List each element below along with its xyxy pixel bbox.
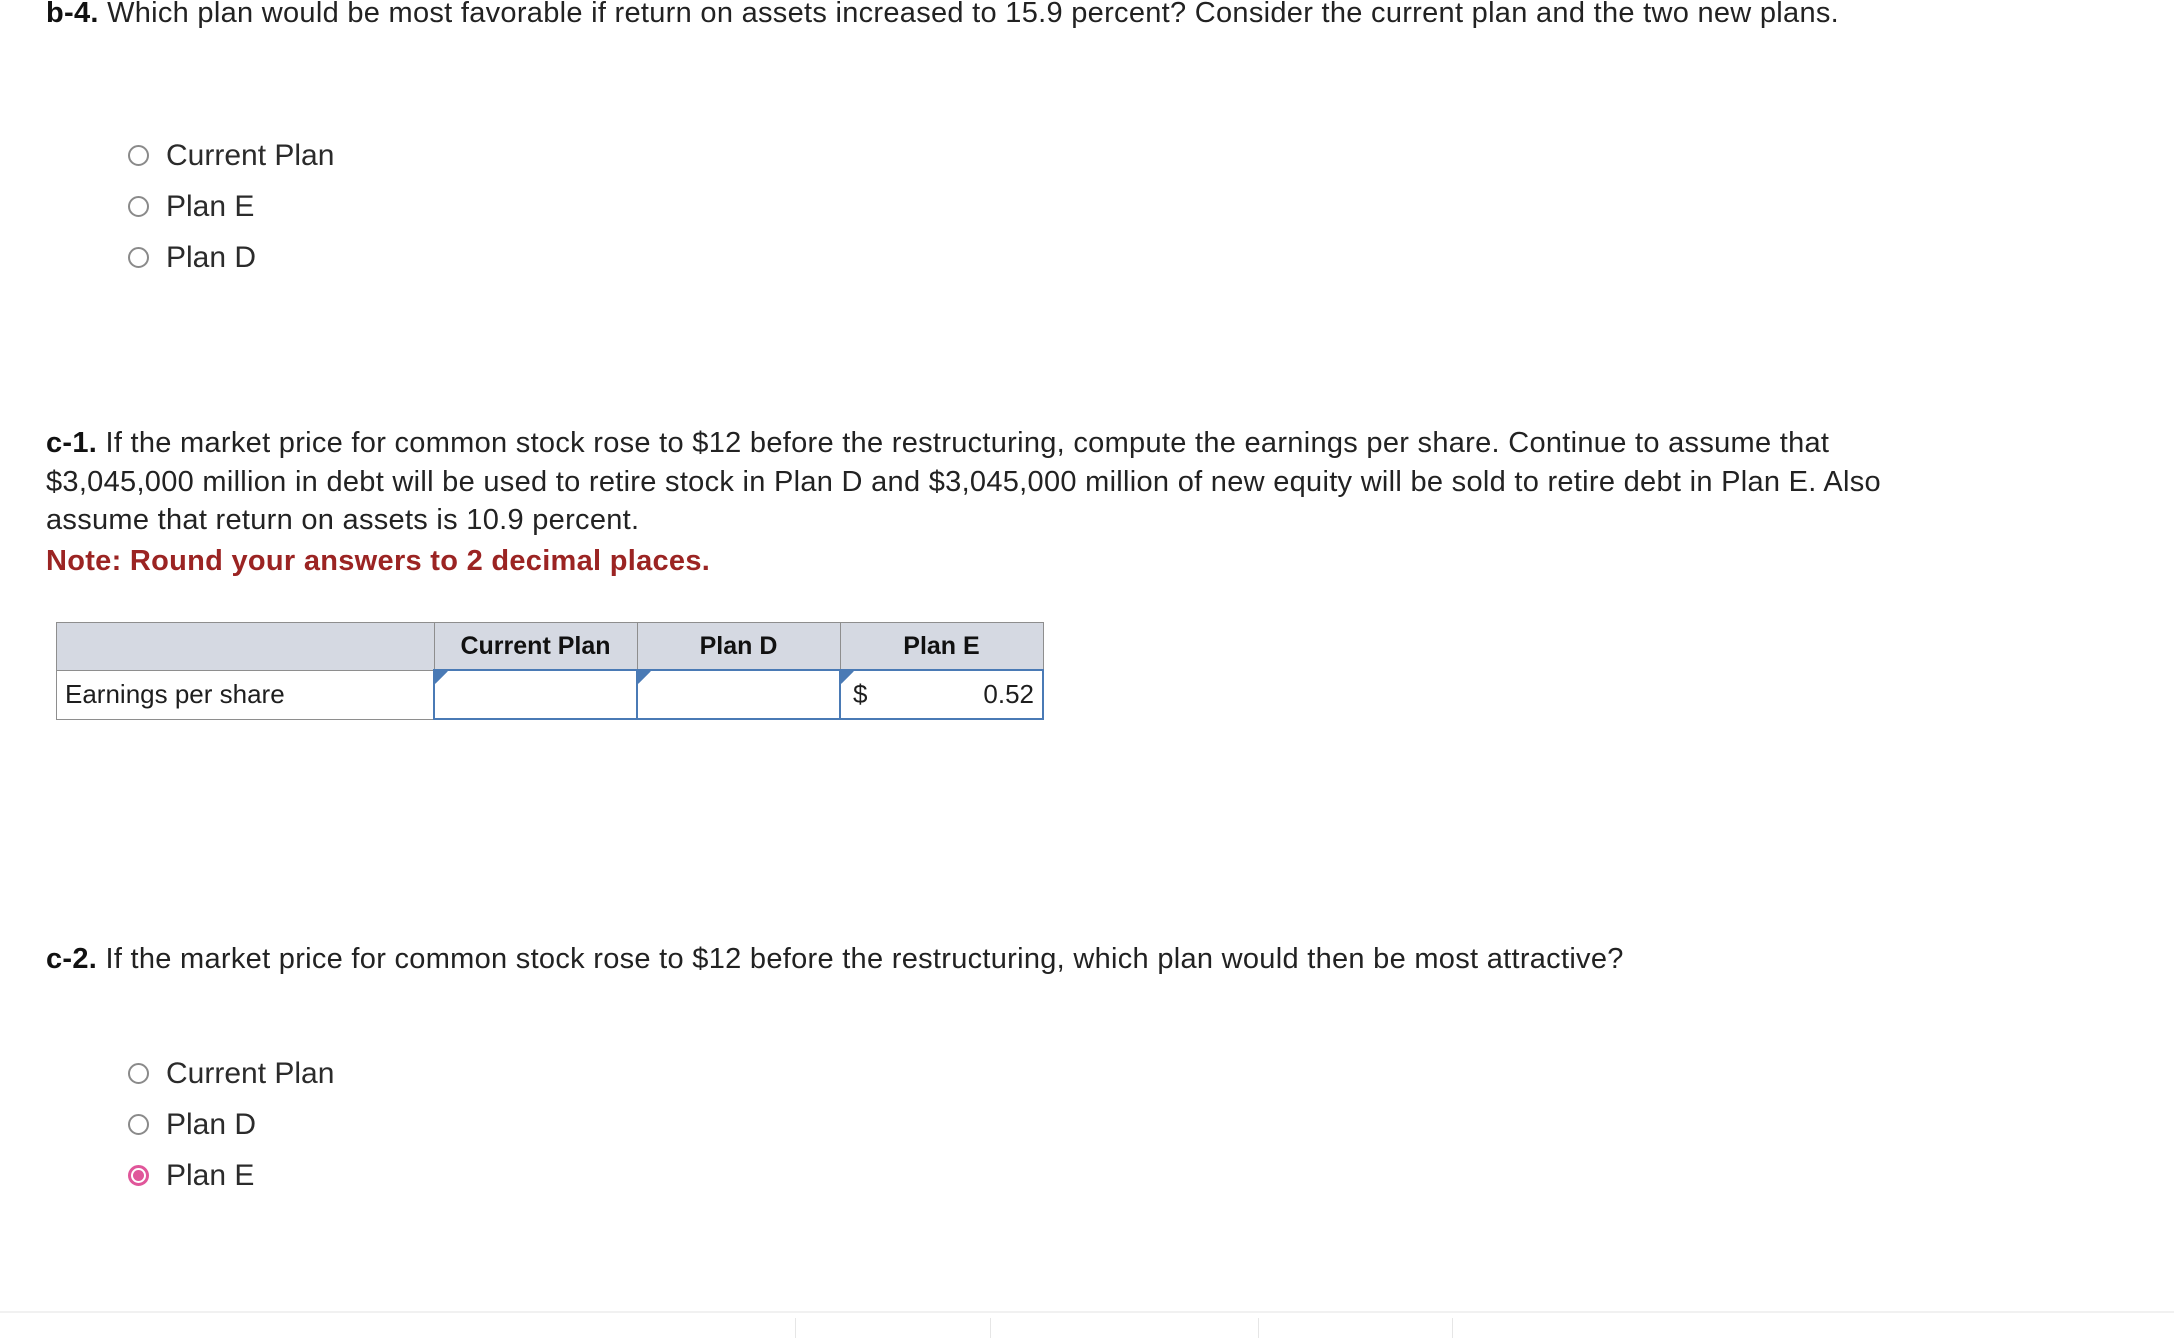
radio-option-b4-plan-e[interactable]: Plan E <box>128 181 334 232</box>
input-cell-content <box>638 671 839 718</box>
radio-icon-unchecked[interactable] <box>128 247 149 268</box>
question-c1-note: Note: Round your answers to 2 decimal pl… <box>46 544 711 577</box>
bottom-column-divider <box>795 1318 796 1338</box>
radio-option-c2-plan-e[interactable]: Plan E <box>128 1150 334 1201</box>
radio-option-b4-plan-d[interactable]: Plan D <box>128 232 334 283</box>
input-cell-plan-e[interactable]: $ 0.52 <box>839 669 1044 720</box>
question-c1-text: c-1. If the market price for common stoc… <box>46 424 1936 580</box>
table-row: Earnings per share $ 0.52 <box>56 669 1044 720</box>
radio-label: Current Plan <box>166 1056 335 1090</box>
table-header-plan-e: Plan E <box>839 622 1044 671</box>
radio-label: Plan D <box>166 240 257 274</box>
radio-group-c2: Current Plan Plan D Plan E <box>128 1048 334 1201</box>
question-b4-body: Which plan would be most favorable if re… <box>98 0 1840 29</box>
radio-label: Plan E <box>166 1158 255 1192</box>
input-cell-current-plan[interactable] <box>433 669 638 720</box>
radio-label: Plan D <box>166 1107 257 1141</box>
radio-icon-unchecked[interactable] <box>128 196 149 217</box>
table-header-plan-d: Plan D <box>636 622 841 671</box>
question-c1-label: c-1. <box>46 427 98 459</box>
question-c1-body: If the market price for common stock ros… <box>46 427 1881 537</box>
radio-icon-unchecked[interactable] <box>128 1063 149 1084</box>
question-b4-label: b-4. <box>46 0 99 29</box>
input-cell-content: $ 0.52 <box>841 671 1042 718</box>
radio-option-c2-current-plan[interactable]: Current Plan <box>128 1048 334 1099</box>
radio-group-b4: Current Plan Plan E Plan D <box>128 130 334 283</box>
bottom-column-divider <box>1258 1318 1259 1338</box>
radio-label: Plan E <box>166 189 255 223</box>
cell-value: 0.52 <box>983 679 1034 709</box>
radio-icon-checked[interactable] <box>128 1165 149 1186</box>
bottom-horizontal-rule <box>0 1311 2174 1313</box>
input-cell-plan-d[interactable] <box>636 669 841 720</box>
table-header-current-plan: Current Plan <box>433 622 638 671</box>
radio-option-c2-plan-d[interactable]: Plan D <box>128 1099 334 1150</box>
radio-icon-unchecked[interactable] <box>128 1114 149 1135</box>
question-b4-text: b-4. Which plan would be most favorable … <box>46 0 1916 33</box>
question-c2-label: c-2. <box>46 943 98 975</box>
row-label-earnings-per-share: Earnings per share <box>56 669 435 720</box>
question-c2-text: c-2. If the market price for common stoc… <box>46 940 1936 979</box>
input-cell-content <box>435 671 636 718</box>
table-header-row: Current Plan Plan D Plan E <box>56 622 1044 671</box>
question-c2-body: If the market price for common stock ros… <box>97 943 1624 975</box>
currency-symbol: $ <box>853 679 868 709</box>
worksheet-page: b-4. Which plan would be most favorable … <box>0 0 2174 1338</box>
bottom-column-divider <box>990 1318 991 1338</box>
bottom-column-divider <box>1452 1318 1453 1338</box>
radio-label: Current Plan <box>166 138 335 172</box>
earnings-per-share-table: Current Plan Plan D Plan E Earnings per … <box>56 622 1044 720</box>
radio-icon-unchecked[interactable] <box>128 145 149 166</box>
radio-option-b4-current-plan[interactable]: Current Plan <box>128 130 334 181</box>
table-header-blank <box>56 622 435 671</box>
